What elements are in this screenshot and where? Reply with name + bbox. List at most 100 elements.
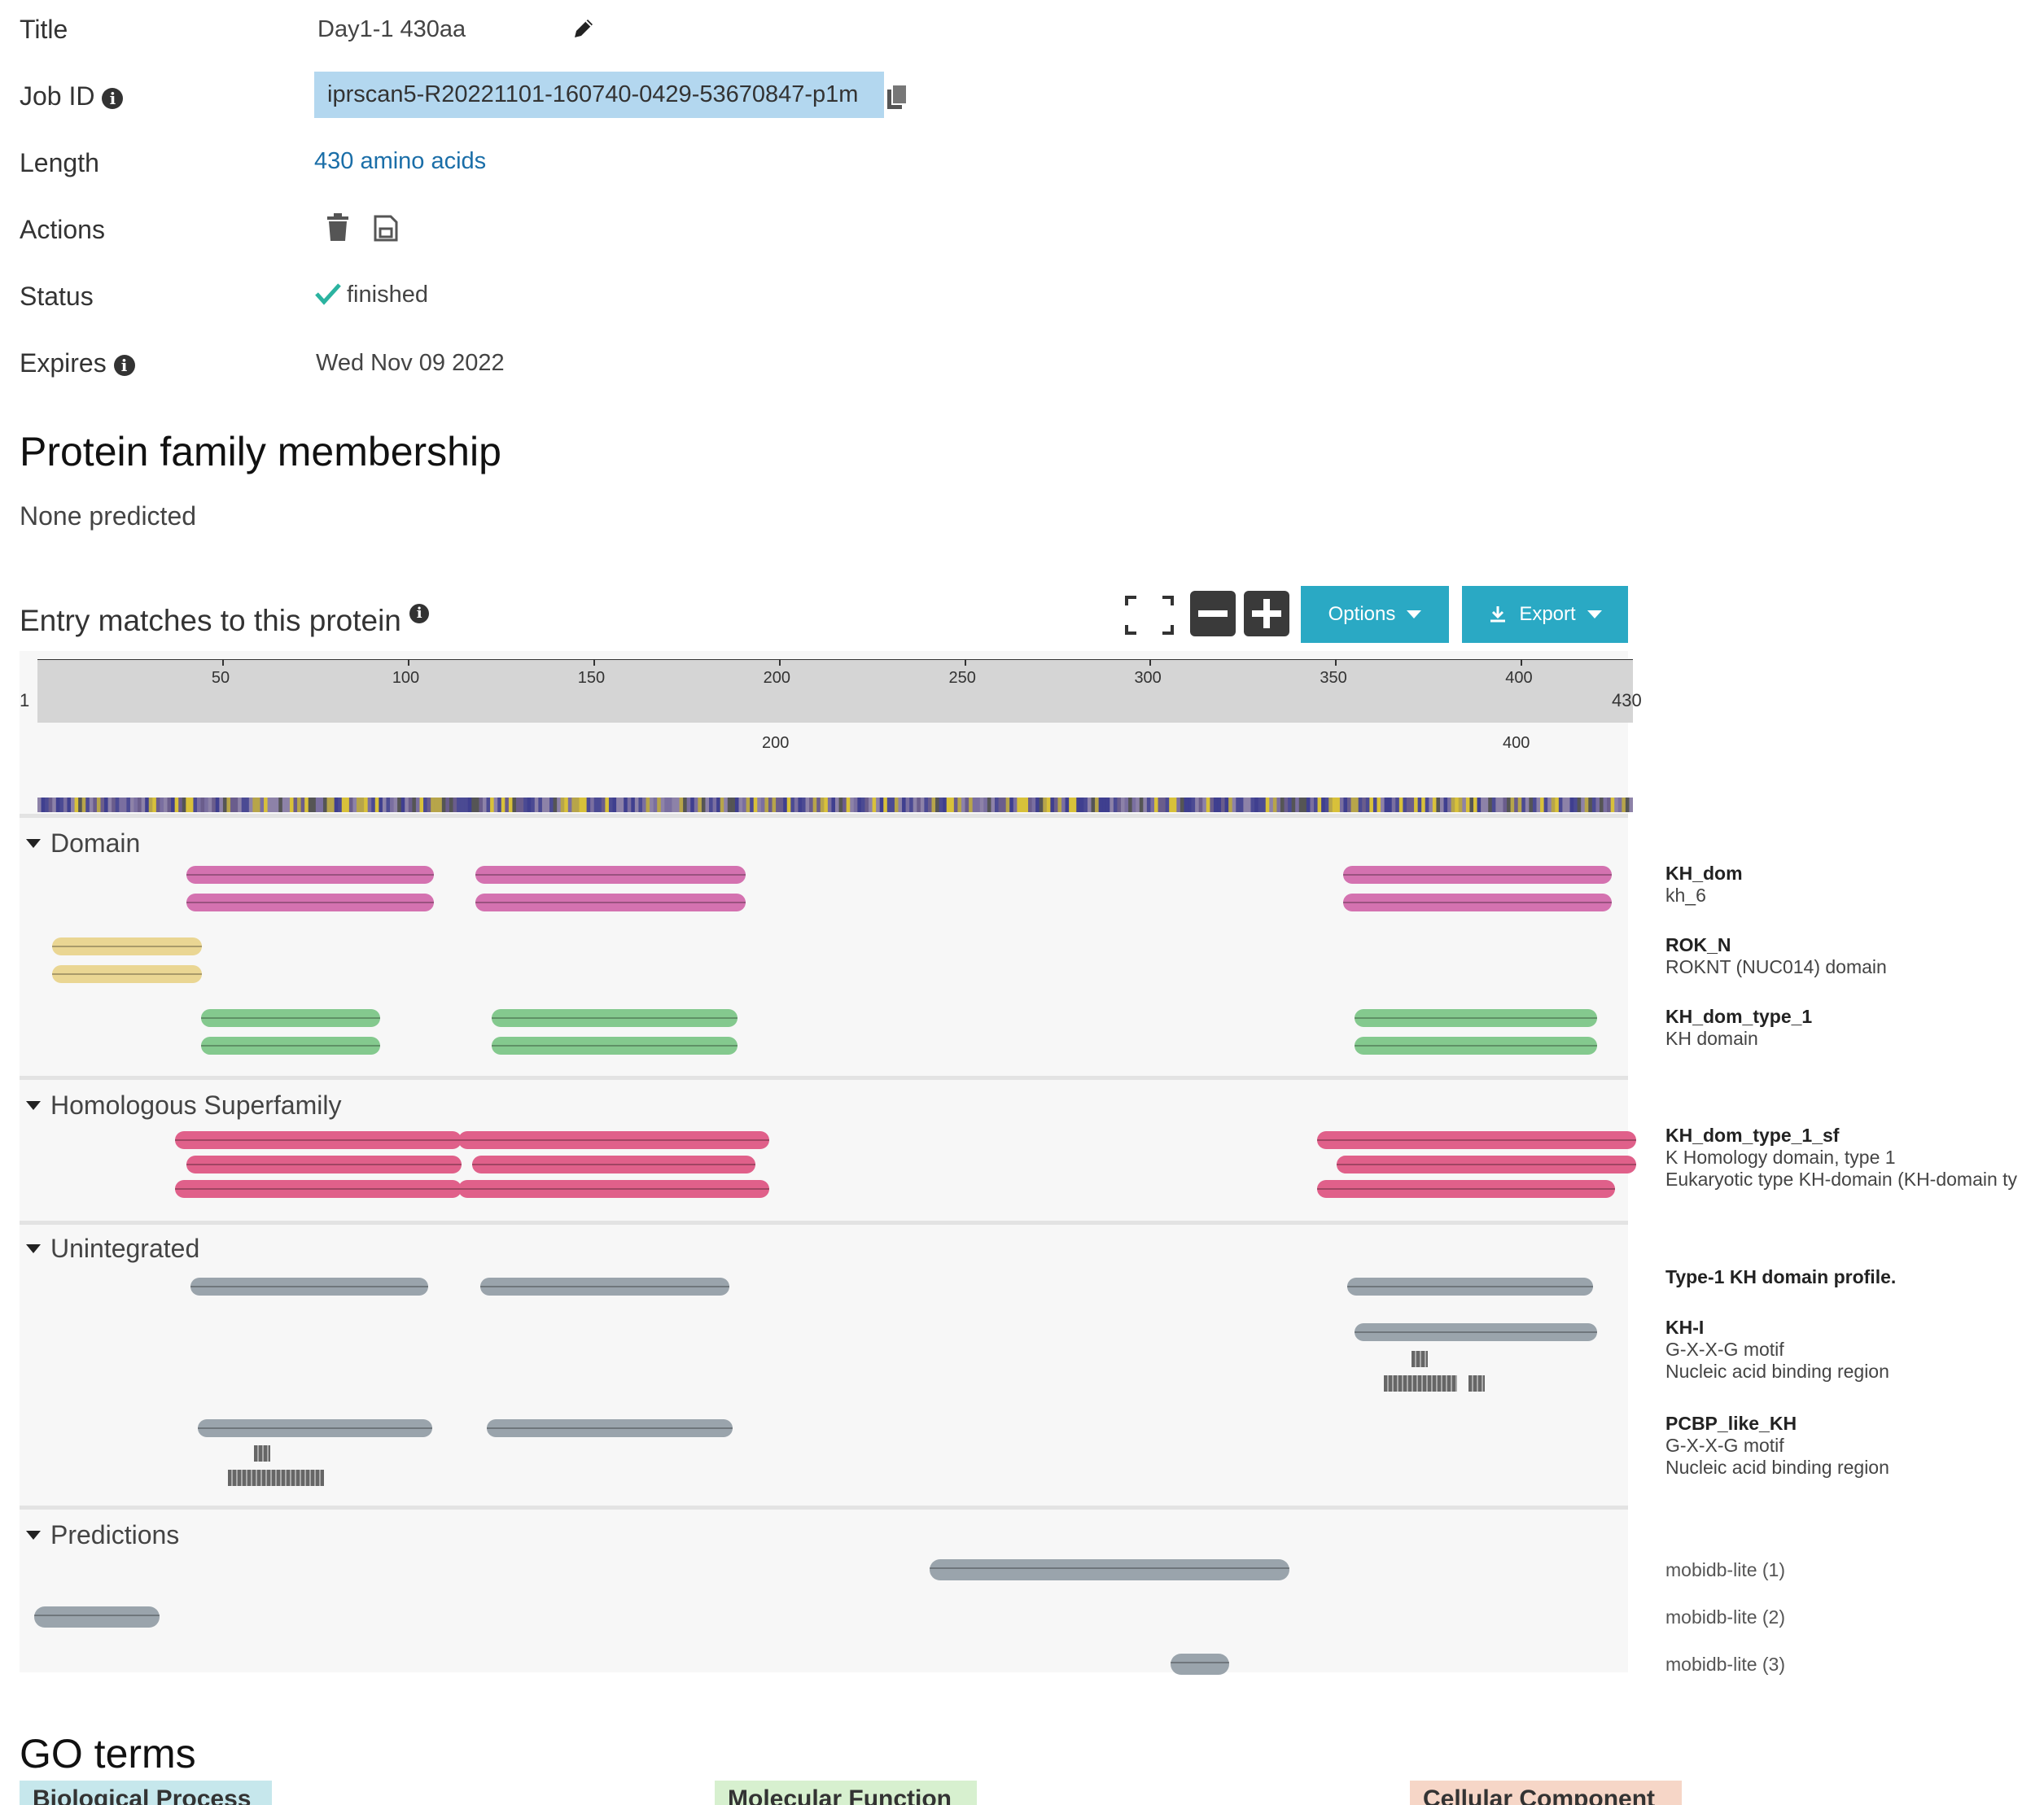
entry-kh-sf[interactable]: KH_dom_type_1_sf K Homology domain, type… xyxy=(1665,1125,2044,1191)
caret-down-icon xyxy=(26,1244,41,1253)
trash-icon[interactable] xyxy=(326,213,350,243)
category-homologous[interactable]: Homologous Superfamily xyxy=(26,1090,342,1121)
download-icon xyxy=(1490,606,1506,623)
mobidb-label[interactable]: mobidb-lite (2) xyxy=(1665,1606,1785,1628)
residue-marker[interactable] xyxy=(1384,1375,1457,1392)
match-bar[interactable] xyxy=(458,1131,769,1149)
go-cellular-component[interactable]: Cellular Component xyxy=(1410,1781,1682,1805)
matches-heading: Entry matches to this protein i xyxy=(20,604,430,638)
match-bar[interactable] xyxy=(52,965,202,983)
ruler-tick: 100 xyxy=(392,669,420,687)
residue-marker[interactable] xyxy=(1468,1375,1485,1392)
zoom-out-button[interactable] xyxy=(1190,591,1236,636)
ruler-tick: 50 xyxy=(211,669,230,687)
match-bar[interactable] xyxy=(1343,866,1612,884)
status-value: finished xyxy=(347,282,428,308)
ruler-tick: 400 xyxy=(1505,669,1533,687)
pencil-icon[interactable] xyxy=(570,15,597,42)
match-bar[interactable] xyxy=(1355,1037,1597,1055)
entry-kh-i[interactable]: KH-I G-X-X-G motif Nucleic acid binding … xyxy=(1665,1317,1889,1383)
ruler-tick-mark xyxy=(964,659,966,666)
entry-kh-dom[interactable]: KH_dom kh_6 xyxy=(1665,863,1743,907)
length-link[interactable]: 430 amino acids xyxy=(314,148,486,175)
go-biological-process[interactable]: Biological Process xyxy=(20,1781,272,1805)
match-bar[interactable] xyxy=(1337,1156,1636,1173)
expires-label: Expires i xyxy=(20,348,135,378)
ruler-tick: 300 xyxy=(1134,669,1162,687)
match-bar[interactable] xyxy=(1355,1009,1597,1027)
match-bar[interactable] xyxy=(175,1131,462,1149)
caret-down-icon xyxy=(1407,610,1422,618)
match-bar[interactable] xyxy=(492,1037,738,1055)
match-bar[interactable] xyxy=(1343,894,1612,911)
match-bar[interactable] xyxy=(186,1156,462,1173)
ruler-tick-mark xyxy=(778,659,781,666)
match-bar[interactable] xyxy=(1317,1180,1615,1198)
match-bar[interactable] xyxy=(492,1009,738,1027)
category-predictions[interactable]: Predictions xyxy=(26,1520,179,1550)
match-bar[interactable] xyxy=(472,1156,755,1173)
go-molecular-function[interactable]: Molecular Function xyxy=(715,1781,977,1805)
residue-marker[interactable] xyxy=(228,1470,324,1486)
options-button[interactable]: Options xyxy=(1301,586,1449,643)
title-label: Title xyxy=(20,15,68,44)
length-label: Length xyxy=(20,148,99,177)
seq-start: 1 xyxy=(20,690,30,710)
ruler2-tick: 200 xyxy=(762,734,790,752)
caret-down-icon xyxy=(26,1101,41,1110)
zoom-in-button[interactable] xyxy=(1244,591,1289,636)
ruler-tick-mark xyxy=(593,659,595,666)
match-bar[interactable] xyxy=(201,1009,380,1027)
mobidb-label[interactable]: mobidb-lite (3) xyxy=(1665,1654,1785,1676)
ruler-tick-mark xyxy=(1521,659,1523,666)
jobid-label: Job ID i xyxy=(20,81,124,111)
expires-value: Wed Nov 09 2022 xyxy=(316,350,505,376)
ruler-tick: 150 xyxy=(577,669,606,687)
title-value: Day1-1 430aa xyxy=(317,16,466,42)
residue-marker[interactable] xyxy=(1412,1351,1428,1367)
match-bar[interactable] xyxy=(52,937,202,955)
mobidb-label[interactable]: mobidb-lite (1) xyxy=(1665,1559,1785,1581)
residue-band xyxy=(37,798,1634,812)
match-bar[interactable] xyxy=(1347,1278,1593,1296)
match-bar[interactable] xyxy=(201,1037,380,1055)
match-bar[interactable] xyxy=(475,866,746,884)
fullscreen-icon[interactable] xyxy=(1123,594,1175,636)
jobid-value: iprscan5-R20221101-160740-0429-53670847-… xyxy=(314,72,884,118)
match-bar[interactable] xyxy=(198,1419,432,1437)
export-button[interactable]: Export xyxy=(1462,586,1628,643)
match-bar[interactable] xyxy=(487,1419,733,1437)
entry-pcbp[interactable]: PCBP_like_KH G-X-X-G motif Nucleic acid … xyxy=(1665,1413,1889,1479)
copy-icon[interactable] xyxy=(886,83,910,111)
category-unintegrated[interactable]: Unintegrated xyxy=(26,1234,199,1264)
ruler-tick-mark xyxy=(1335,659,1337,666)
family-heading: Protein family membership xyxy=(20,429,501,474)
entry-type1-profile[interactable]: Type-1 KH domain profile. xyxy=(1665,1266,1896,1288)
match-bar[interactable] xyxy=(186,894,434,911)
match-bar[interactable] xyxy=(458,1180,769,1198)
match-bar[interactable] xyxy=(175,1180,462,1198)
ruler-tick: 250 xyxy=(948,669,976,687)
match-bar[interactable] xyxy=(475,894,746,911)
match-bar[interactable] xyxy=(480,1278,729,1296)
info-icon[interactable]: i xyxy=(102,87,124,109)
info-icon[interactable]: i xyxy=(113,354,135,376)
category-domain[interactable]: Domain xyxy=(26,828,140,859)
save-icon[interactable] xyxy=(373,213,399,243)
ruler-tick-mark xyxy=(1149,659,1152,666)
match-bar[interactable] xyxy=(930,1559,1289,1580)
go-heading: GO terms xyxy=(20,1731,196,1777)
ruler-tick: 350 xyxy=(1320,669,1347,687)
ruler2-tick: 400 xyxy=(1503,734,1530,752)
match-bar[interactable] xyxy=(1171,1654,1229,1675)
match-bar[interactable] xyxy=(190,1278,428,1296)
caret-down-icon xyxy=(26,839,41,848)
entry-kh-type1[interactable]: KH_dom_type_1 KH domain xyxy=(1665,1006,1812,1050)
entry-rok-n[interactable]: ROK_N ROKNT (NUC014) domain xyxy=(1665,934,1887,978)
match-bar[interactable] xyxy=(186,866,434,884)
match-bar[interactable] xyxy=(34,1606,160,1628)
match-bar[interactable] xyxy=(1355,1323,1597,1341)
info-icon[interactable]: i xyxy=(409,604,430,623)
match-bar[interactable] xyxy=(1317,1131,1636,1149)
residue-marker[interactable] xyxy=(254,1445,270,1462)
